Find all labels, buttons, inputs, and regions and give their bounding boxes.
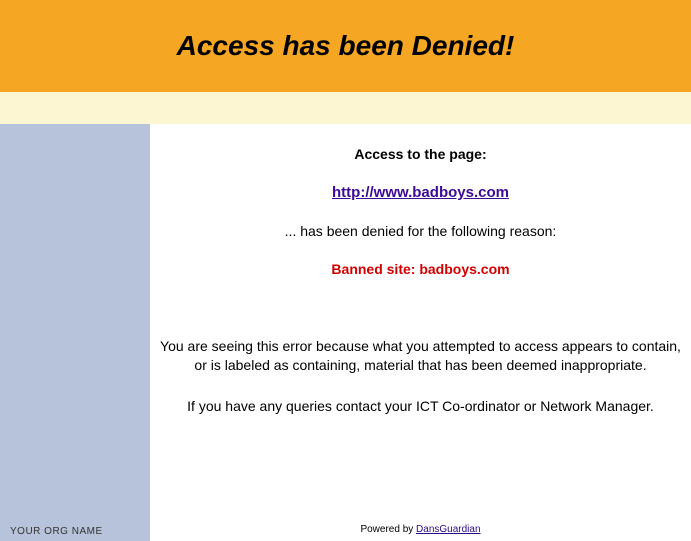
content-row: YOUR ORG NAME Access to the page: http:/… <box>0 124 691 541</box>
reason-intro: ... has been denied for the following re… <box>160 223 681 239</box>
blocked-url-link[interactable]: http://www.badboys.com <box>332 184 509 201</box>
explanation-1: You are seeing this error because what y… <box>160 337 681 375</box>
powered-by: Powered by DansGuardian <box>160 524 681 535</box>
access-line: Access to the page: <box>160 146 681 162</box>
page-title: Access has been Denied! <box>177 30 515 62</box>
powered-link[interactable]: DansGuardian <box>416 524 480 535</box>
main-content: Access to the page: http://www.badboys.c… <box>150 124 691 541</box>
header-bar: Access has been Denied! <box>0 0 691 92</box>
explanation-2: If you have any queries contact your ICT… <box>160 397 681 416</box>
sidebar: YOUR ORG NAME <box>0 124 150 541</box>
spacer-strip <box>0 92 691 124</box>
org-name-label: YOUR ORG NAME <box>10 526 103 537</box>
powered-prefix: Powered by <box>360 524 416 535</box>
reason-text: Banned site: badboys.com <box>160 261 681 277</box>
